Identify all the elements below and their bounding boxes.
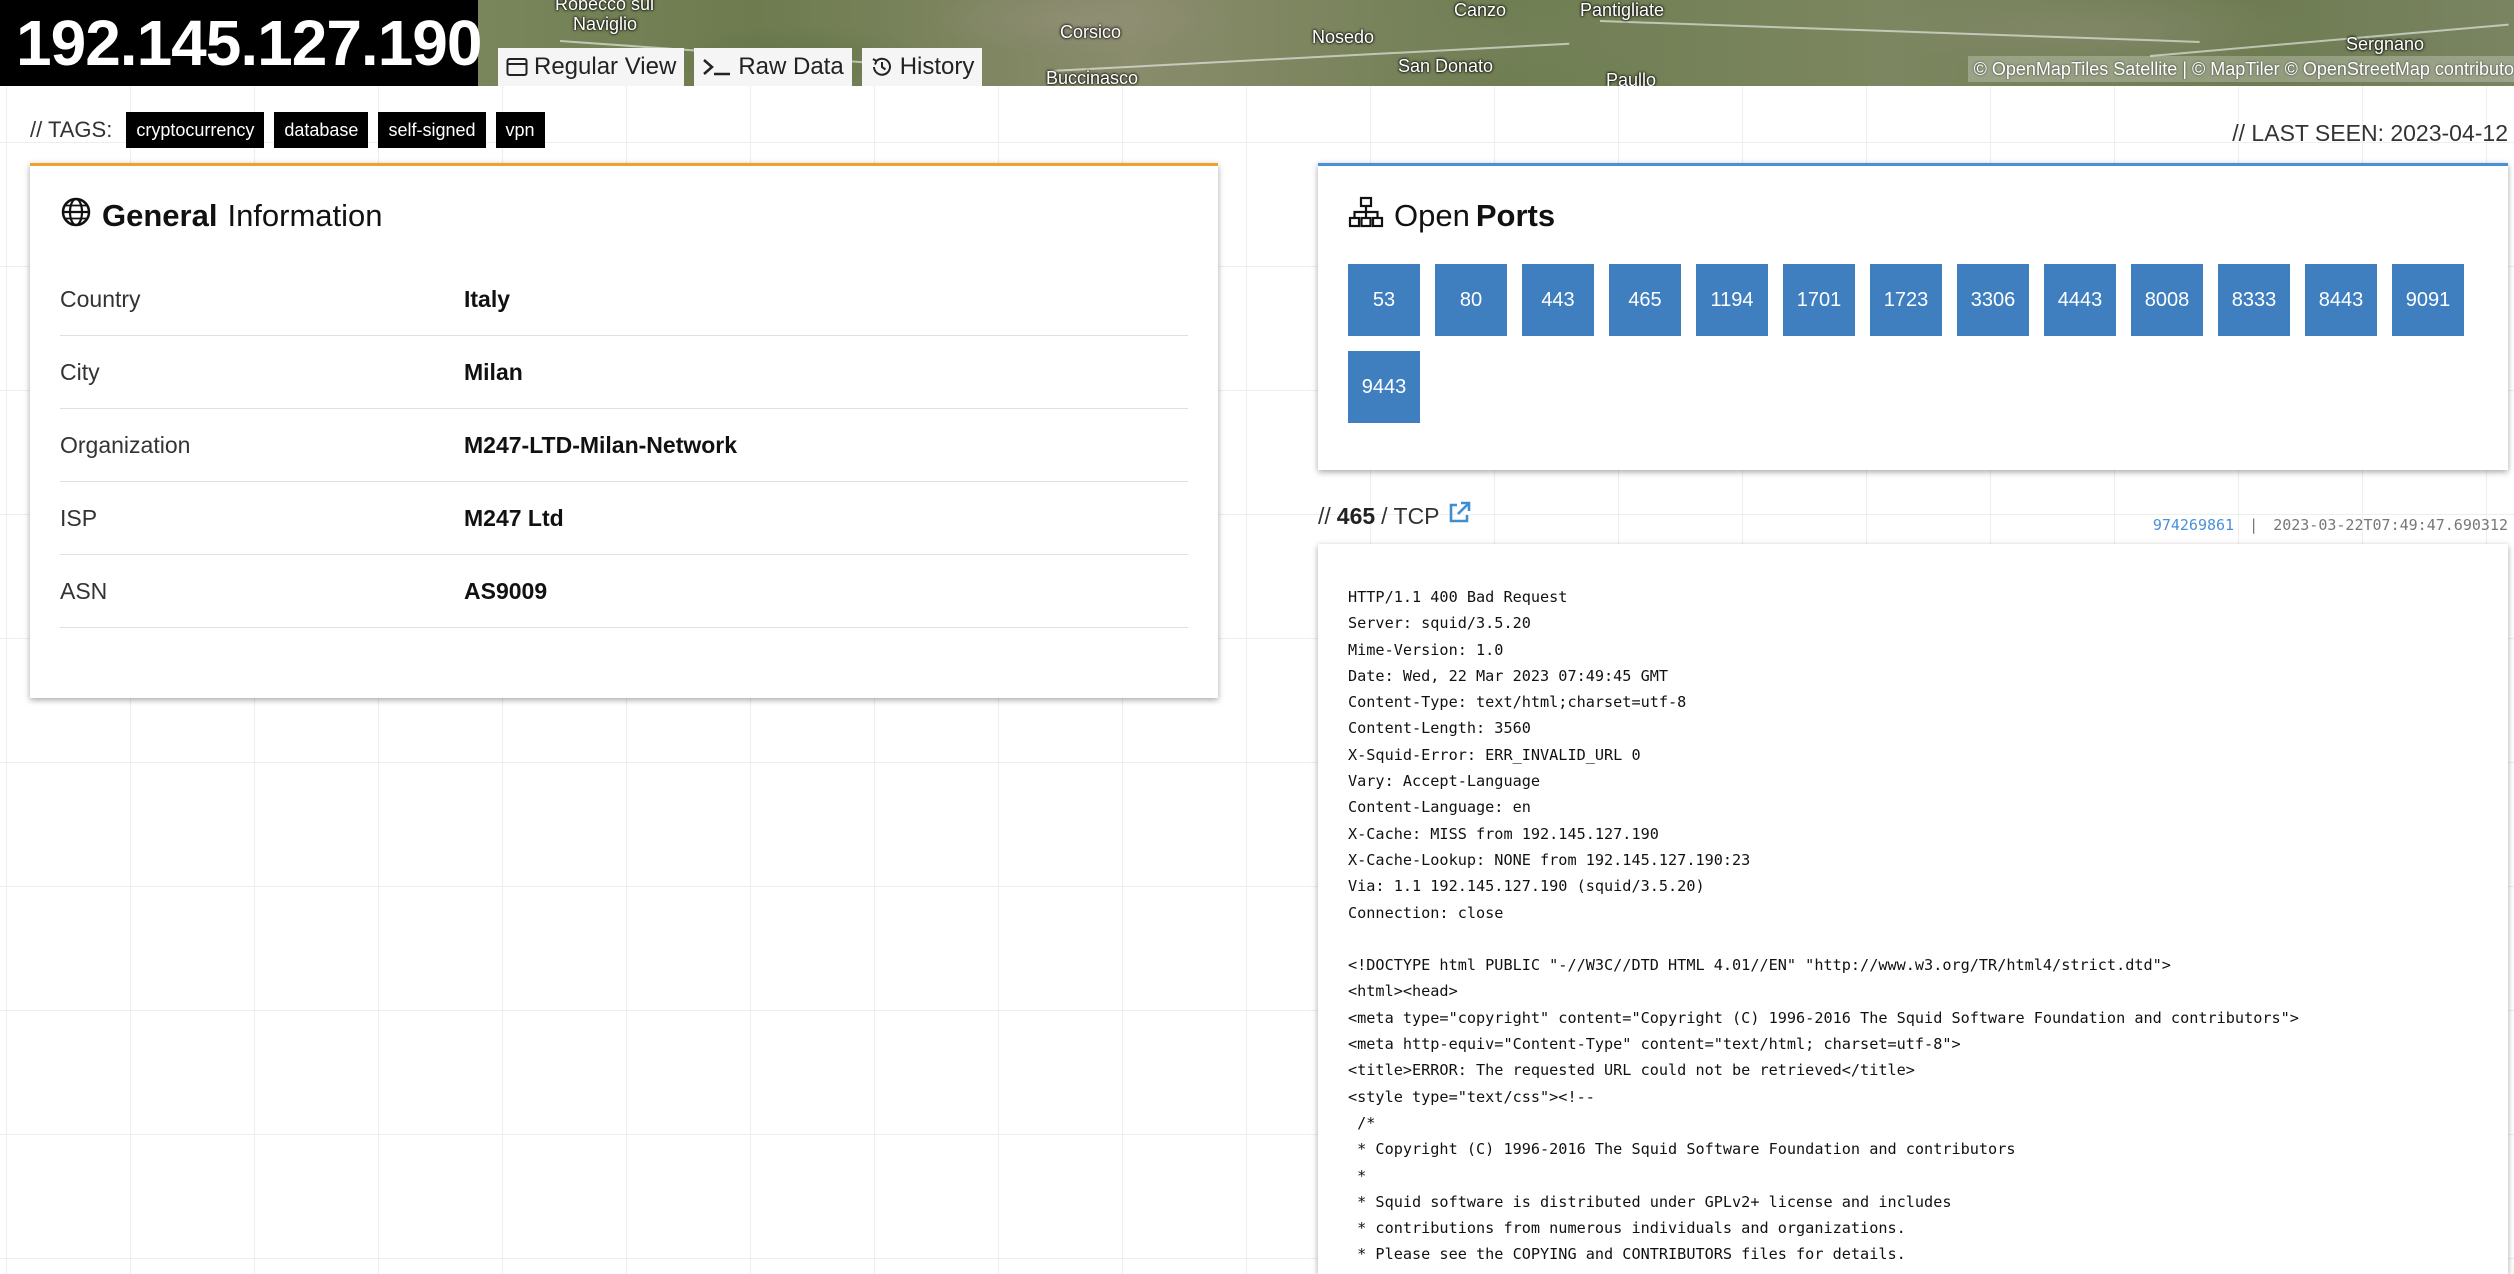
port-button[interactable]: 1723 — [1870, 264, 1942, 336]
tab-label: History — [899, 53, 975, 80]
tab-regular-view[interactable]: Regular View — [498, 48, 685, 86]
tab-label: Raw Data — [738, 53, 844, 80]
info-table: Country Italy City Milan Organization M2… — [60, 263, 1188, 628]
card-title-rest: Information — [227, 198, 383, 233]
banner-hash-link[interactable]: 974269861 — [2153, 516, 2234, 534]
tab-history[interactable]: History — [861, 48, 983, 86]
service-banner: HTTP/1.1 400 Bad Request Server: squid/3… — [1348, 588, 2299, 1264]
card-title-rest: Open — [1394, 198, 1470, 233]
map-label: Sergnano — [2346, 34, 2425, 54]
map-label: Paullo — [1606, 70, 1657, 86]
info-key: Organization — [60, 431, 191, 458]
info-row-country: Country Italy — [60, 263, 1188, 336]
port-prefix: // — [1318, 502, 1331, 529]
ip-address-title: 192.145.127.190 — [0, 0, 482, 86]
port-button[interactable]: 8443 — [2305, 264, 2377, 336]
card-title-bold: General — [102, 198, 218, 233]
map-road — [2149, 23, 2509, 57]
tag-database[interactable]: database — [274, 112, 369, 148]
info-row-asn: ASN AS9009 — [60, 555, 1188, 628]
open-ports-card: Open Ports 53 80 443 465 1194 1701 1723 … — [1318, 163, 2508, 470]
tags-row: // TAGS: cryptocurrency database self-si… — [30, 112, 545, 148]
port-number: 465 — [1336, 502, 1376, 529]
history-icon — [870, 56, 894, 78]
window-icon — [506, 57, 528, 77]
card-title: General Information — [60, 196, 383, 236]
ports-grid: 53 80 443 465 1194 1701 1723 3306 4443 8… — [1348, 264, 2488, 423]
port-button[interactable]: 8008 — [2131, 264, 2203, 336]
map-label: Naviglio — [573, 14, 638, 34]
port-protocol: / TCP — [1381, 502, 1440, 529]
map-label: Nosedo — [1312, 27, 1375, 47]
info-row-city: City Milan — [60, 336, 1188, 409]
info-row-isp: ISP M247 Ltd — [60, 482, 1188, 555]
map-attribution[interactable]: © OpenMapTiles Satellite | © MapTiler © … — [1967, 56, 2514, 82]
info-key: ISP — [60, 504, 98, 531]
external-link-icon[interactable] — [1446, 500, 1472, 532]
port-button[interactable]: 465 — [1609, 264, 1681, 336]
port-button[interactable]: 1701 — [1783, 264, 1855, 336]
port-button[interactable]: 53 — [1348, 264, 1420, 336]
map-label: Buccinasco — [1046, 68, 1139, 86]
port-detail-heading: // 465 / TCP — [1318, 500, 1472, 532]
banner-timestamp: 2023-03-22T07:49:47.690312 — [2273, 516, 2508, 534]
last-seen: // LAST SEEN: 2023-04-12 — [2232, 120, 2508, 146]
meta-separator: | — [2249, 516, 2259, 534]
terminal-icon — [702, 57, 732, 77]
banner-card: HTTP/1.1 400 Bad Request Server: squid/3… — [1318, 544, 2508, 1274]
info-row-organization: Organization M247-LTD-Milan-Network — [60, 409, 1188, 482]
map-road — [1599, 20, 2200, 43]
tag-self-signed[interactable]: self-signed — [378, 112, 486, 148]
map-label: Robecco sul — [555, 0, 655, 14]
info-key: Country — [60, 285, 141, 312]
map-label: San Donato — [1398, 56, 1494, 76]
port-button[interactable]: 443 — [1522, 264, 1594, 336]
port-button[interactable]: 3306 — [1957, 264, 2029, 336]
card-title: Open Ports — [1348, 196, 1555, 236]
tab-raw-data[interactable]: Raw Data — [694, 48, 852, 86]
card-title-bold: Ports — [1475, 198, 1556, 233]
info-value[interactable]: M247-LTD-Milan-Network — [464, 432, 737, 459]
general-information-card: General Information Country Italy City M… — [30, 163, 1218, 698]
info-key: ASN — [60, 577, 108, 604]
tags-label: // TAGS: — [30, 117, 113, 142]
network-icon — [1348, 196, 1384, 236]
port-button[interactable]: 9443 — [1348, 351, 1420, 423]
port-button[interactable]: 80 — [1435, 264, 1507, 336]
tag-cryptocurrency[interactable]: cryptocurrency — [126, 112, 265, 148]
port-meta: 974269861 | 2023-03-22T07:49:47.690312 — [2153, 516, 2508, 534]
port-button[interactable]: 4443 — [2044, 264, 2116, 336]
tab-label: Regular View — [534, 53, 677, 80]
info-key: City — [60, 358, 100, 385]
info-value[interactable]: Italy — [464, 286, 510, 313]
port-button[interactable]: 1194 — [1696, 264, 1768, 336]
map-label: Corsico — [1060, 22, 1122, 42]
port-button[interactable]: 9091 — [2392, 264, 2464, 336]
info-value[interactable]: M247 Ltd — [464, 505, 564, 532]
port-button[interactable]: 8333 — [2218, 264, 2290, 336]
info-value[interactable]: AS9009 — [464, 578, 547, 605]
map-label: Canzo — [1454, 0, 1507, 20]
globe-icon — [60, 196, 92, 236]
info-value[interactable]: Milan — [464, 359, 523, 386]
tag-vpn[interactable]: vpn — [495, 112, 545, 148]
map-label: Pantigliate — [1580, 0, 1665, 20]
view-tabs: Regular View Raw Data History — [498, 48, 983, 86]
